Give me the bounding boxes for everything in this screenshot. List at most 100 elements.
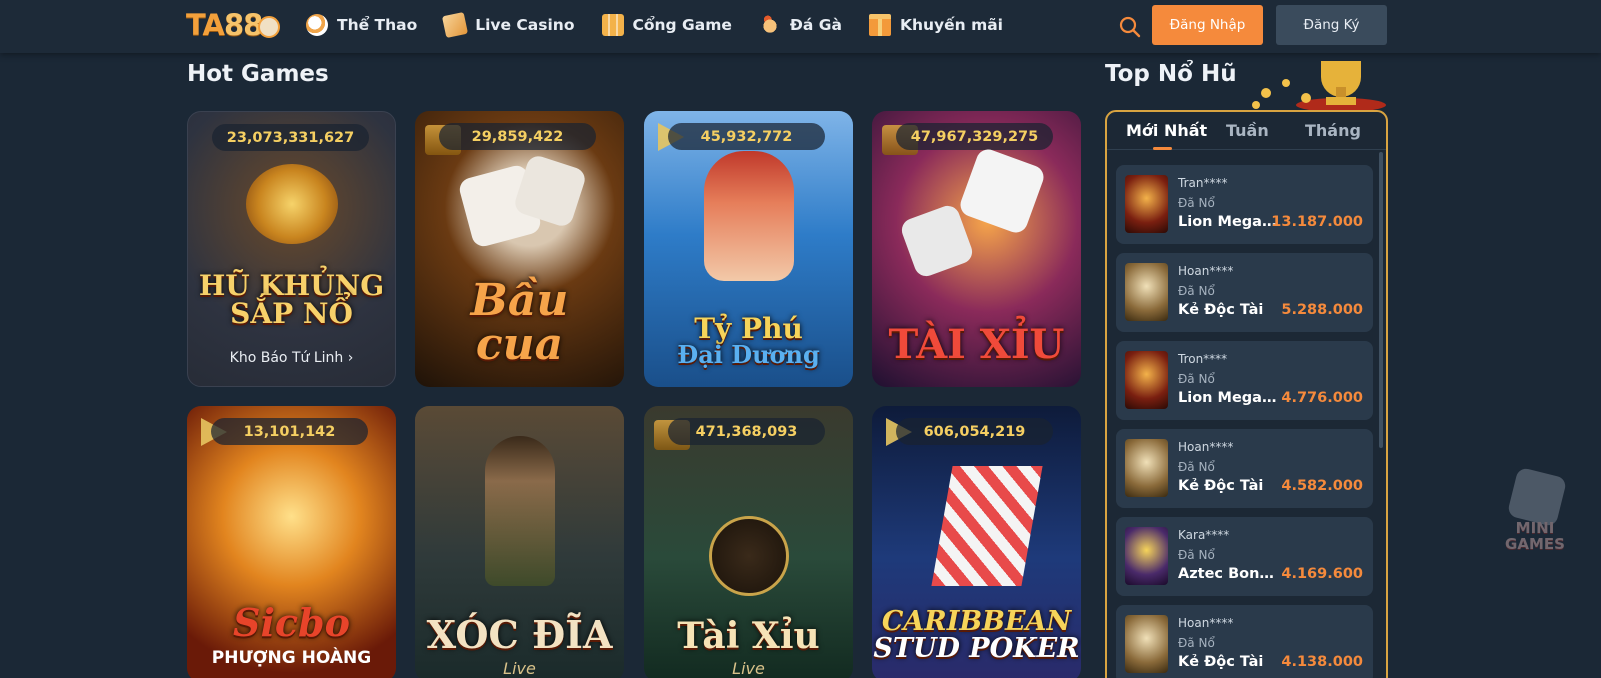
player-name: Kara****	[1178, 528, 1230, 542]
mini-games-label: MINI GAMES	[1505, 519, 1565, 553]
treasure-pot-image	[246, 164, 338, 244]
game-thumbnail	[1125, 263, 1168, 321]
nav-item-the-thao[interactable]: Thể Thao	[306, 12, 417, 38]
player-name: Tran****	[1178, 176, 1228, 190]
game-card-tai-xiu[interactable]: 47,967,329,275 TÀI XỈU	[872, 111, 1081, 387]
win-status: Đã Nổ	[1178, 636, 1215, 650]
rooster-icon	[758, 14, 781, 36]
nav-item-khuyen-mai[interactable]: Khuyến mãi	[868, 12, 1003, 38]
card-subtitle: Live	[732, 659, 765, 678]
player-name: Hoan****	[1178, 616, 1234, 630]
tab-moi-nhat[interactable]: Mới Nhất	[1126, 121, 1207, 140]
nav-item-live-casino[interactable]: Live Casino	[442, 11, 575, 39]
login-button[interactable]: Đăng Nhập	[1152, 5, 1263, 45]
slot-machine-icon	[601, 14, 624, 36]
nav-item-cong-game[interactable]: Cổng Game	[601, 12, 732, 38]
nav-label: Cổng Game	[632, 16, 732, 34]
game-card-tai-xiu-live[interactable]: 471,368,093 Tài Xỉu Live	[644, 406, 853, 678]
game-card-kho-bao-tu-linh[interactable]: 23,073,331,627 HŨ KHỦNG SẮP NỔ Kho Báo T…	[187, 111, 396, 387]
list-item[interactable]: Hoan**** Đã Nổ Kẻ Độc Tài 5.288.000	[1116, 253, 1373, 332]
trophy-icon	[1252, 61, 1386, 111]
nav-label: Đá Gà	[789, 16, 842, 34]
jackpot-amount: 47,967,329,275	[896, 123, 1053, 150]
nav-label: Live Casino	[475, 16, 575, 34]
beach-chair-image	[931, 466, 1043, 586]
game-card-sicbo-phuong-hoang[interactable]: 13,101,142 Sicbo PHƯỢNG HOÀNG	[187, 406, 396, 678]
logo-mascot-icon	[258, 16, 281, 38]
list-item[interactable]: Hoan**** Đã Nổ Kẻ Độc Tài 4.582.000	[1116, 429, 1373, 508]
player-name: Hoan****	[1178, 440, 1234, 454]
logo-text-88: 88	[223, 8, 263, 42]
win-amount: 4.138.000	[1281, 654, 1363, 670]
live-dealer-image	[485, 436, 555, 586]
top-navigation-bar: TA 88 Thể Thao Live Casino Cổng Game Đá …	[0, 0, 1601, 53]
game-thumbnail	[1125, 175, 1168, 233]
nav-label: Khuyến mãi	[899, 16, 1003, 34]
game-thumbnail	[1125, 439, 1168, 497]
win-amount: 4.776.000	[1281, 390, 1363, 406]
card-title: HŨ KHỦNG SẮP NỔ	[198, 269, 385, 330]
game-thumbnail	[1125, 351, 1168, 409]
card-title: Bầu cua	[470, 275, 569, 370]
win-status: Đã Nổ	[1178, 460, 1215, 474]
logo-text-ta: TA	[186, 8, 225, 42]
jackpot-amount: 23,073,331,627	[212, 124, 369, 151]
card-title: Tỷ Phú Đại Dương	[677, 312, 820, 369]
tab-tuan[interactable]: Tuần	[1226, 121, 1269, 140]
main-nav: Thể Thao Live Casino Cổng Game Đá Gà Khu…	[306, 11, 1030, 39]
card-subtitle: PHƯỢNG HOÀNG	[211, 648, 372, 668]
kho-bao-tu-linh-link[interactable]: Kho Báo Tứ Linh ›	[188, 350, 395, 366]
win-status: Đã Nổ	[1178, 372, 1215, 386]
ta88-logo[interactable]: TA 88	[186, 8, 281, 42]
gift-icon	[868, 14, 891, 36]
mini-games-button[interactable]: MINI GAMES	[1498, 466, 1572, 556]
top-no-hu-title: Top Nổ Hũ	[1105, 61, 1237, 87]
mermaid-character-image	[704, 151, 794, 281]
list-item[interactable]: Tron**** Đã Nổ Lion Megaways 4.776.000	[1116, 341, 1373, 420]
jackpot-amount: 606,054,219	[896, 418, 1053, 445]
game-card-ty-phu-dai-duong[interactable]: 45,932,772 Tỷ Phú Đại Dương	[644, 111, 853, 387]
list-item[interactable]: Hoan**** Đã Nổ Kẻ Độc Tài 4.138.000	[1116, 605, 1373, 678]
game-name: Kẻ Độc Tài	[1178, 302, 1264, 318]
game-thumbnail	[1125, 527, 1168, 585]
dice-image	[957, 146, 1047, 236]
card-title: TÀI XỈU	[888, 321, 1065, 368]
win-amount: 13.187.000	[1271, 214, 1363, 230]
jackpot-amount: 45,932,772	[668, 123, 825, 150]
card-subtitle: Live	[503, 659, 536, 678]
register-button[interactable]: Đăng Ký	[1276, 5, 1387, 45]
jackpot-amount: 29,859,422	[439, 123, 596, 150]
list-item[interactable]: Kara**** Đã Nổ Aztec Bonanza 4.169.600	[1116, 517, 1373, 596]
game-name: Aztec Bonanza	[1178, 566, 1281, 582]
player-name: Hoan****	[1178, 264, 1234, 278]
game-card-caribbean-stud-poker[interactable]: 606,054,219 CARIBBEAN STUD POKER	[872, 406, 1081, 678]
game-name: Kẻ Độc Tài	[1178, 654, 1264, 670]
card-title: CARIBBEAN STUD POKER	[873, 606, 1080, 664]
tab-thang[interactable]: Tháng	[1305, 121, 1361, 140]
game-name: Lion Megaways	[1178, 390, 1281, 406]
card-title: Sicbo	[233, 600, 350, 645]
active-tab-indicator	[1153, 147, 1172, 150]
nav-item-da-ga[interactable]: Đá Gà	[758, 12, 842, 38]
win-amount: 5.288.000	[1281, 302, 1363, 318]
playing-card-icon	[442, 11, 469, 39]
game-name: Lion Megaways	[1178, 214, 1281, 230]
card-title: Tài Xỉu	[677, 615, 820, 657]
player-name: Tron****	[1178, 352, 1228, 366]
jackpot-amount: 471,368,093	[668, 418, 825, 445]
dice-shaker-image	[709, 516, 789, 596]
search-icon[interactable]	[1118, 15, 1142, 39]
game-name: Kẻ Độc Tài	[1178, 478, 1264, 494]
top-jackpot-panel: Mới Nhất Tuần Tháng Tran**** Đã Nổ Lion …	[1105, 110, 1388, 678]
game-thumbnail	[1125, 615, 1168, 673]
game-card-xoc-dia-live[interactable]: XÓC ĐĨA Live	[415, 406, 624, 678]
jackpot-tabs: Mới Nhất Tuần Tháng	[1107, 112, 1386, 150]
win-amount: 4.582.000	[1281, 478, 1363, 494]
card-title: XÓC ĐĨA	[426, 612, 613, 657]
hot-games-title: Hot Games	[187, 61, 329, 87]
panel-scrollbar[interactable]	[1379, 152, 1383, 448]
list-item[interactable]: Tran**** Đã Nổ Lion Megaways 13.187.000	[1116, 165, 1373, 244]
game-card-bau-cua[interactable]: 29,859,422 Bầu cua	[415, 111, 624, 387]
sports-ball-icon	[306, 14, 328, 36]
win-status: Đã Nổ	[1178, 548, 1215, 562]
